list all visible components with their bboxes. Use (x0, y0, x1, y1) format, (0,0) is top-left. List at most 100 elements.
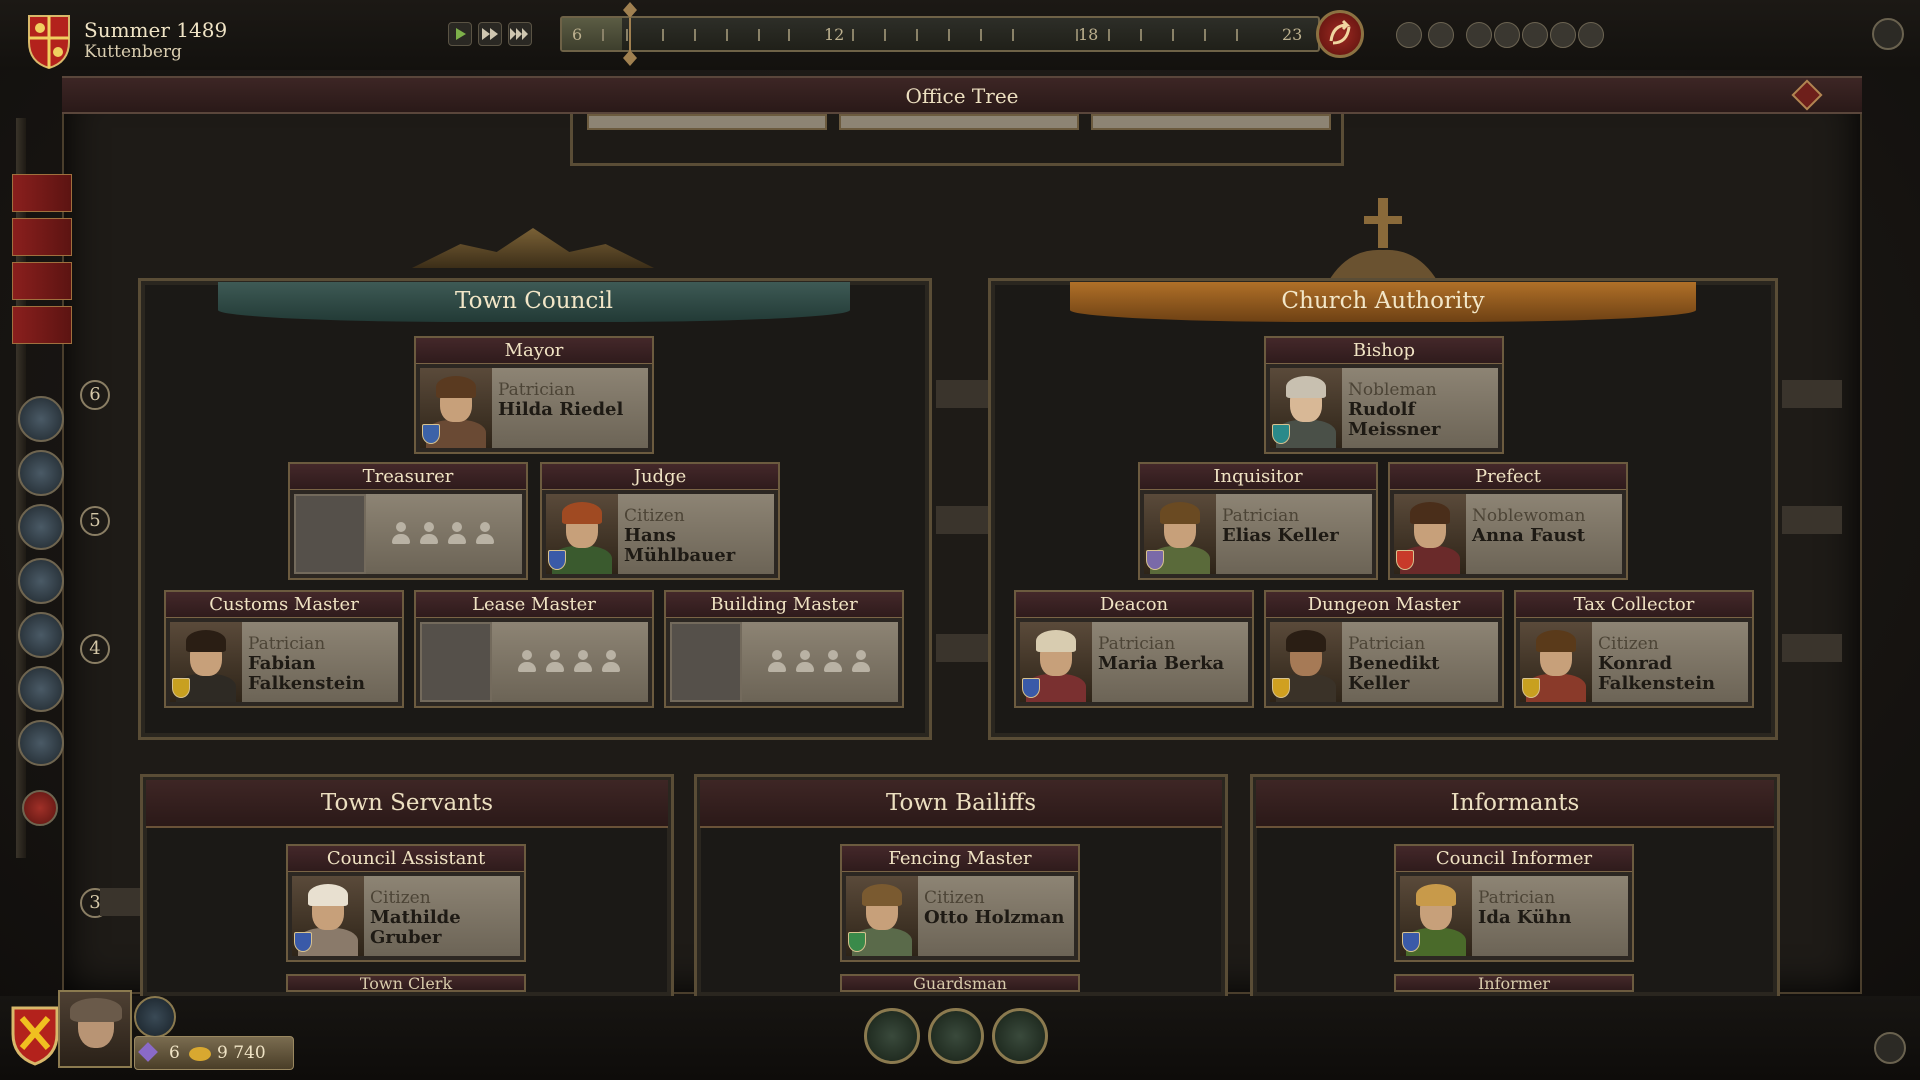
empty-portrait (294, 494, 366, 574)
heraldry-button[interactable] (864, 1008, 920, 1064)
office-card-council-informer[interactable]: Council Informer Patrician Ida Kühn (1394, 844, 1634, 962)
timeline-tick (1108, 29, 1110, 41)
office-title: Inquisitor (1140, 464, 1376, 490)
hammer-icon[interactable] (18, 612, 64, 658)
office-card-council-assistant[interactable]: Council Assistant Citizen Mathilde Grube… (286, 844, 526, 962)
office-title: Building Master (666, 592, 902, 618)
office-title: Judge (542, 464, 778, 490)
end-turn-button[interactable] (1316, 10, 1364, 58)
fast-forward-icon (482, 28, 498, 40)
office-card-stub[interactable]: Town Clerk (286, 974, 526, 992)
office-title: Dungeon Master (1266, 592, 1502, 618)
timeline-tick (948, 29, 950, 41)
rotate-left-icon[interactable] (1522, 22, 1548, 48)
scales-icon[interactable] (18, 450, 64, 496)
season-timeline[interactable]: 6 12 18 23 (560, 16, 1320, 52)
office-card-customs-master[interactable]: Customs Master Patrician Fabian Falkenst… (164, 590, 404, 708)
timeline-tick (602, 29, 604, 41)
character-icon[interactable] (22, 790, 58, 826)
office-card-judge[interactable]: Judge Citizen Hans Mühlbauer (540, 462, 780, 580)
zoom-out-icon[interactable] (1494, 22, 1520, 48)
chess-icon[interactable] (18, 504, 64, 550)
scroll-icon[interactable] (18, 720, 64, 766)
office-card-stub[interactable]: Guardsman (840, 974, 1080, 992)
group-connector (1782, 506, 1842, 534)
office-card-bishop[interactable]: Bishop Nobleman Rudolf Meissner (1264, 336, 1504, 454)
top-bar: Summer 1489 Kuttenberg 6 12 18 23 (0, 0, 1920, 70)
office-title: Council Assistant (288, 846, 524, 872)
timeline-tick (884, 29, 886, 41)
office-card-building-master[interactable]: Building Master (664, 590, 904, 708)
magnifier-icon[interactable] (18, 558, 64, 604)
town-servants-header: Town Servants (146, 780, 668, 828)
town-bailiffs-header: Town Bailiffs (700, 780, 1222, 828)
holder-rank: Noblewoman (1472, 506, 1586, 526)
holder-name: Rudolf Meissner (1348, 399, 1441, 440)
office-card-fragment (839, 114, 1079, 130)
office-card-tax-collector[interactable]: Tax Collector Citizen Konrad Falkenstein (1514, 590, 1754, 708)
group-connector (936, 380, 988, 408)
panel-title: Office Tree (905, 84, 1019, 108)
timeline-marker-icon[interactable] (622, 2, 638, 66)
flask-icon[interactable] (134, 996, 176, 1038)
resource-bar: 6 9 740 (134, 1036, 294, 1070)
office-card-prefect[interactable]: Prefect Noblewoman Anna Faust (1388, 462, 1628, 580)
rotate-right-icon[interactable] (1550, 22, 1576, 48)
player-avatar[interactable] (58, 990, 132, 1068)
dynasty-shield-icon[interactable] (10, 1002, 60, 1066)
faction-shield-icon (1522, 678, 1540, 698)
office-title: Prefect (1390, 464, 1626, 490)
zoom-in-icon[interactable] (1466, 22, 1492, 48)
office-card-mayor[interactable]: Mayor Patrician Hilda Riedel (414, 336, 654, 454)
sidebar-item-people[interactable] (12, 174, 72, 212)
timeline-tick (980, 29, 982, 41)
office-card-fencing-master[interactable]: Fencing Master Citizen Otto Holzman (840, 844, 1080, 962)
sidebar-item-townhall[interactable] (12, 306, 72, 344)
holder-name: Fabian Falkenstein (248, 653, 366, 694)
season-label: Summer 1489 (84, 18, 228, 42)
office-holder: Noblewoman Anna Faust (1394, 494, 1622, 574)
justice-scales-button[interactable] (992, 1008, 1048, 1064)
handshake-icon[interactable] (18, 396, 64, 442)
faction-shield-icon (172, 678, 190, 698)
level-marker: 6 (80, 380, 110, 410)
office-card-fragment (1091, 114, 1331, 130)
sidebar-item-market[interactable] (12, 262, 72, 300)
sidebar-item-house[interactable] (12, 218, 72, 256)
play-button[interactable] (448, 22, 472, 46)
office-card-lease-master[interactable]: Lease Master (414, 590, 654, 708)
office-card-treasurer[interactable]: Treasurer (288, 462, 528, 580)
compass-icon[interactable] (1578, 22, 1604, 48)
home-icon[interactable] (1396, 22, 1422, 48)
holder-rank: Patrician (248, 634, 326, 654)
holder-name: Maria Berka (1098, 653, 1225, 674)
office-holder: Patrician Fabian Falkenstein (170, 622, 398, 702)
cannon-icon[interactable] (18, 666, 64, 712)
holder-rank: Citizen (370, 888, 431, 908)
timeline-tick (788, 29, 790, 41)
timeline-tick (758, 29, 760, 41)
holder-name: Hans Mühlbauer (624, 525, 736, 566)
holder-rank: Citizen (1598, 634, 1659, 654)
faction-shield-icon (422, 424, 440, 444)
fastest-forward-icon (510, 28, 528, 40)
documents-button[interactable] (928, 1008, 984, 1064)
town-crest-icon[interactable] (26, 12, 72, 70)
upper-group-fragment (570, 114, 1344, 166)
fast-forward-button[interactable] (478, 22, 502, 46)
fastest-forward-button[interactable] (508, 22, 532, 46)
holder-name: Elias Keller (1222, 525, 1339, 546)
group-connector (936, 634, 988, 662)
crown-icon[interactable] (1428, 22, 1454, 48)
holder-rank: Patrician (1478, 888, 1556, 908)
office-card-stub[interactable]: Informer (1394, 974, 1634, 992)
settings-gear-icon[interactable] (1872, 18, 1904, 50)
office-card-deacon[interactable]: Deacon Patrician Maria Berka (1014, 590, 1254, 708)
journal-icon[interactable] (1874, 1032, 1906, 1064)
office-card-dungeon-master[interactable]: Dungeon Master Patrician Benedikt Keller (1264, 590, 1504, 708)
town-council-banner: Town Council (218, 282, 850, 322)
office-holder: Nobleman Rudolf Meissner (1270, 368, 1498, 448)
office-holder: Citizen Mathilde Gruber (292, 876, 520, 956)
office-title: Bishop (1266, 338, 1502, 364)
office-card-inquisitor[interactable]: Inquisitor Patrician Elias Keller (1138, 462, 1378, 580)
